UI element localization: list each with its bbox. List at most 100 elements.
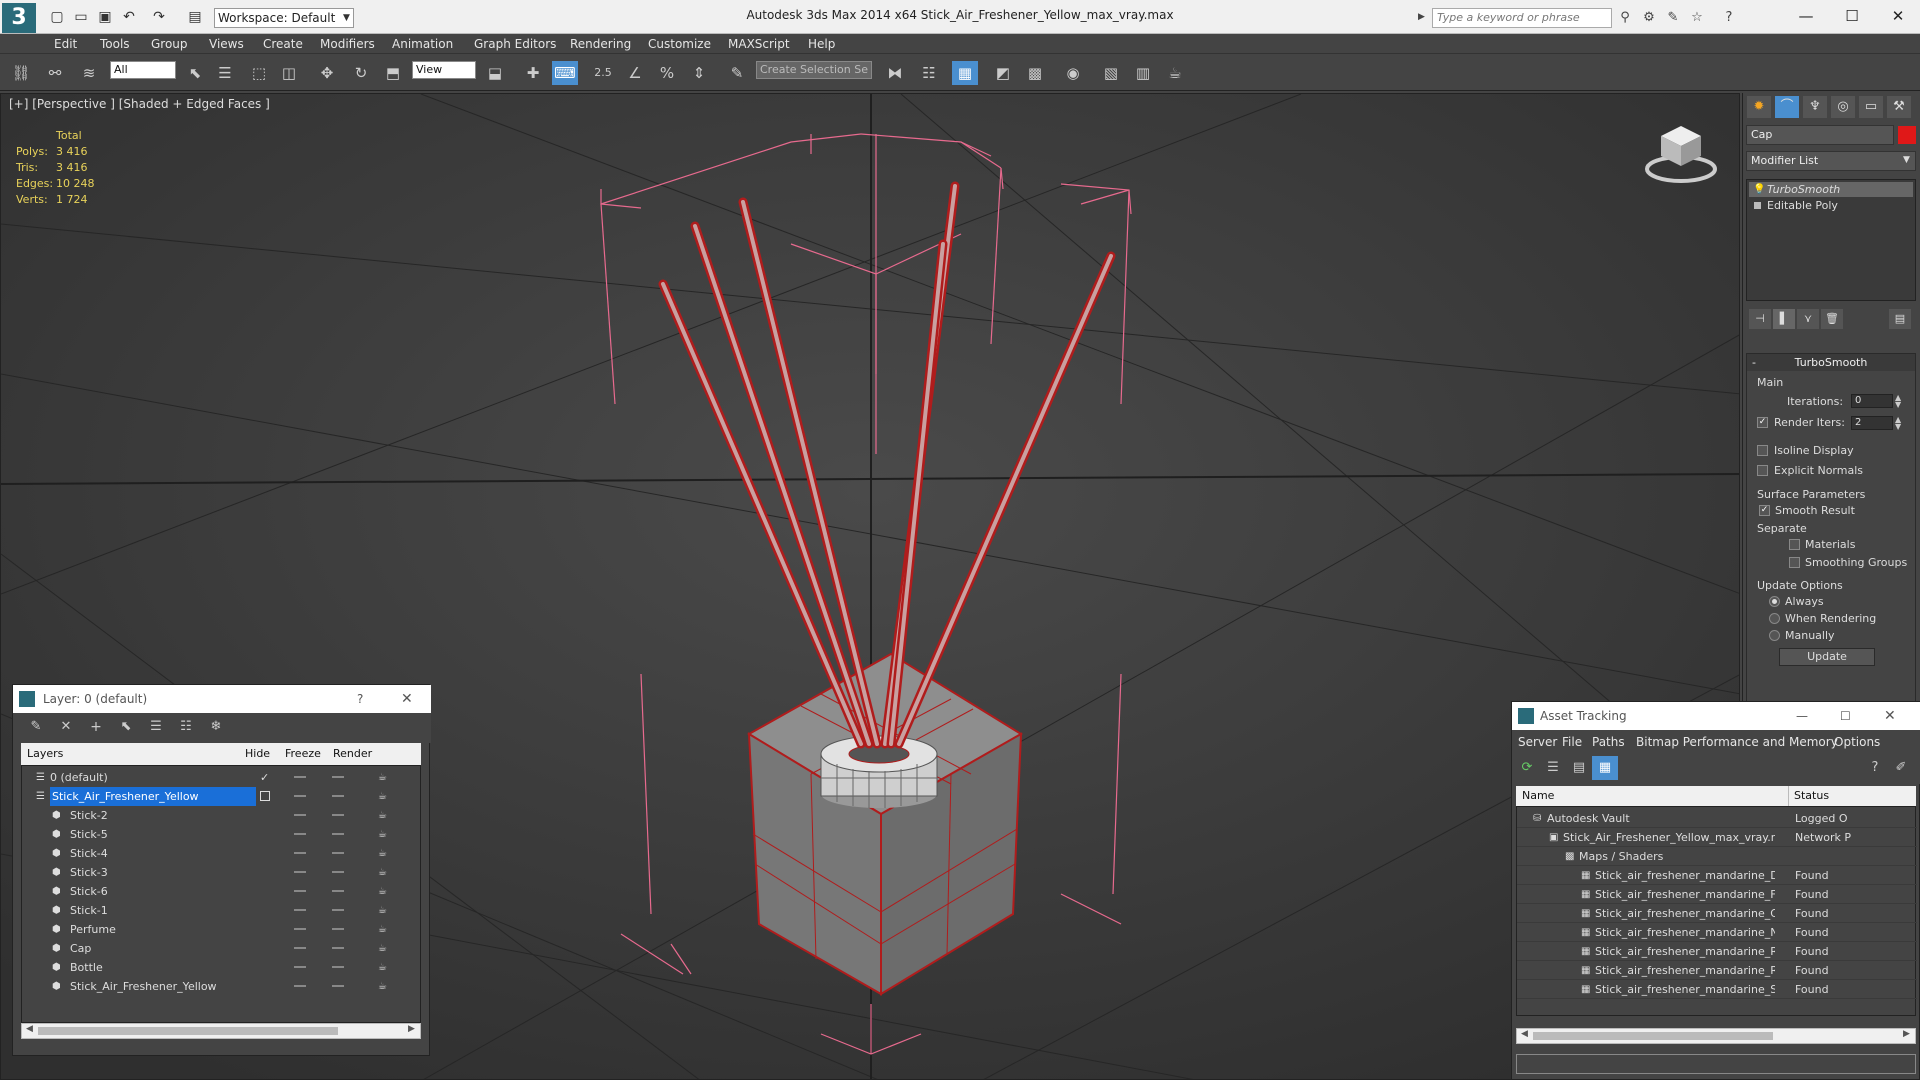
freeze-toggle[interactable] [332,985,344,987]
detail-view-icon[interactable]: ▤ [1566,756,1592,780]
menu-animation[interactable]: Animation [392,34,453,54]
scroll-right-icon[interactable]: ▶ [1903,1029,1910,1039]
layer-row[interactable]: ⬢ Perfume ☕ [22,920,422,939]
always-radio[interactable] [1769,596,1780,607]
asset-row[interactable]: ▦ Stick_air_freshener_mandarine_Normal.pn… [1517,923,1917,942]
render-teapot-icon[interactable]: ☕ [378,844,387,863]
layer-row[interactable]: ⬢ Stick-3 ☕ [22,863,422,882]
turbosmooth-rollout-header[interactable]: - TurboSmooth [1747,354,1915,371]
viewport-label[interactable]: [+] [Perspective ] [Shaded + Edged Faces… [9,97,270,111]
motion-tab-icon[interactable]: ◎ [1831,96,1855,118]
favorites-star-icon[interactable]: ☆ [1688,9,1706,27]
asset-row[interactable]: ⛁ Autodesk Vault Logged O [1517,809,1917,828]
rendered-frame-window-icon[interactable]: ▥ [1130,61,1156,85]
list-view-icon[interactable]: ☰ [1540,756,1566,780]
hide-toggle[interactable] [294,928,306,930]
communication-icon[interactable]: ✎ [1664,9,1682,27]
current-layer-check-icon[interactable]: ✓ [260,768,269,787]
scene-explorer-icon[interactable]: ▦ [952,61,978,85]
explicit-normals-checkbox[interactable] [1757,465,1768,476]
search-expand-icon[interactable]: ▶ [1418,12,1425,22]
unlink-icon[interactable]: ⚯ [42,61,68,85]
select-and-scale-icon[interactable]: ⬒ [380,61,406,85]
menu-tools[interactable]: Tools [100,34,130,54]
freeze-toggle[interactable] [332,852,344,854]
material-editor-icon[interactable]: ◉ [1060,61,1086,85]
maximize-window-icon[interactable]: ☐ [1832,4,1872,28]
render-iters-spinner-arrows-icon[interactable]: ▲ ▼ [1895,416,1901,431]
asset-row[interactable]: ▦ Stick_air_freshener_mandarine_Refractio… [1517,942,1917,961]
layer-list-scrollbar[interactable]: ◀ ▶ [21,1023,421,1039]
minimize-window-icon[interactable]: — [1786,4,1826,28]
hide-toggle[interactable] [294,776,306,778]
schematic-view-icon[interactable]: ▩ [1022,61,1048,85]
utilities-tab-icon[interactable]: ⚒ [1887,96,1911,118]
scroll-thumb[interactable] [1533,1032,1773,1040]
asset-row[interactable]: ▦ Stick_air_freshener_mandarine_Specular.… [1517,980,1917,999]
render-teapot-icon[interactable]: ☕ [378,901,387,920]
render-teapot-icon[interactable]: ☕ [378,882,387,901]
add-to-layer-icon[interactable]: + [83,715,109,739]
reference-coordinate-dropdown[interactable]: View [412,61,476,79]
bind-space-warp-icon[interactable]: ≋ [76,61,102,85]
render-teapot-icon[interactable]: ☕ [378,977,387,996]
asset-menu-file[interactable]: File [1562,730,1582,750]
hide-toggle[interactable] [294,871,306,873]
show-end-result-icon[interactable]: ▌ [1773,309,1795,329]
asset-row[interactable]: ▣ Stick_Air_Freshener_Yellow_max_vray.max… [1517,828,1917,847]
search-input[interactable]: Type a keyword or phrase [1432,8,1612,28]
freeze-toggle[interactable] [332,814,344,816]
minimize-icon[interactable]: — [1796,702,1808,730]
object-color-swatch[interactable] [1898,126,1916,144]
asset-menu-paths[interactable]: Paths [1592,730,1625,750]
render-teapot-icon[interactable]: ☕ [378,825,387,844]
select-in-layer-icon[interactable]: ⬉ [113,715,139,739]
hide-toggle[interactable] [294,890,306,892]
render-production-icon[interactable]: ☕ [1162,61,1188,85]
keyboard-shortcut-override-icon[interactable]: ⌨ [552,61,578,85]
modify-tab-icon[interactable]: ⌒ [1775,96,1799,118]
render-teapot-icon[interactable]: ☕ [378,939,387,958]
render-setup-icon[interactable]: ▧ [1098,61,1124,85]
select-and-rotate-icon[interactable]: ↻ [348,61,374,85]
render-iters-spinner[interactable]: 2 [1851,416,1893,430]
modifier-list-dropdown[interactable]: Modifier List [1746,151,1916,171]
asset-path-field[interactable] [1516,1054,1916,1074]
layer-row[interactable]: ⬢ Stick-2 ☕ [22,806,422,825]
scroll-thumb[interactable] [38,1027,338,1035]
materials-checkbox[interactable] [1789,539,1800,550]
rectangular-selection-icon[interactable]: ⬚ [246,61,272,85]
asset-menu-options[interactable]: Options [1834,730,1880,750]
configure-modifier-sets-icon[interactable]: ▤ [1889,309,1911,329]
menu-modifiers[interactable]: Modifiers [320,34,375,54]
hide-all-layers-icon[interactable]: ☷ [173,715,199,739]
table-view-icon[interactable]: ▦ [1592,756,1618,780]
layer-manager-titlebar[interactable]: Layer: 0 (default) ? ✕ [13,685,431,713]
freeze-all-layers-icon[interactable]: ❄ [203,715,229,739]
close-icon[interactable]: ✕ [1884,702,1896,730]
layer-row[interactable]: ⬢ Stick-1 ☕ [22,901,422,920]
mirror-icon[interactable]: ⧓ [882,61,908,85]
modifier-list-arrow-icon[interactable]: ▼ [1903,155,1910,165]
freeze-toggle[interactable] [332,890,344,892]
menu-rendering[interactable]: Rendering [570,34,631,54]
hide-toggle[interactable] [294,795,306,797]
new-layer-icon[interactable]: ✎ [23,715,49,739]
pivot-center-icon[interactable]: ⬓ [482,61,508,85]
subscription-icon[interactable]: ⚙ [1640,9,1658,27]
object-name-input[interactable]: Cap [1746,125,1894,145]
col-status[interactable]: Status [1794,786,1829,806]
smooth-result-checkbox[interactable]: ✓ [1759,505,1770,516]
render-teapot-icon[interactable]: ☕ [378,920,387,939]
curve-editor-icon[interactable]: ◩ [990,61,1016,85]
layer-row[interactable]: ☰ Stick_Air_Freshener_Yellow ☕ [22,787,422,806]
layer-row[interactable]: ⬢ Stick-6 ☕ [22,882,422,901]
pin-stack-icon[interactable]: ⊣ [1749,309,1771,329]
col-layers[interactable]: Layers [27,743,63,765]
layer-row[interactable]: ⬢ Stick-4 ☕ [22,844,422,863]
stack-item-editable-poly[interactable]: Editable Poly [1749,198,1913,213]
asset-row[interactable]: ▩ Maps / Shaders [1517,847,1917,866]
hide-toggle[interactable] [294,985,306,987]
select-and-link-icon[interactable]: ⛓ [8,61,34,85]
update-button[interactable]: Update [1779,648,1875,666]
